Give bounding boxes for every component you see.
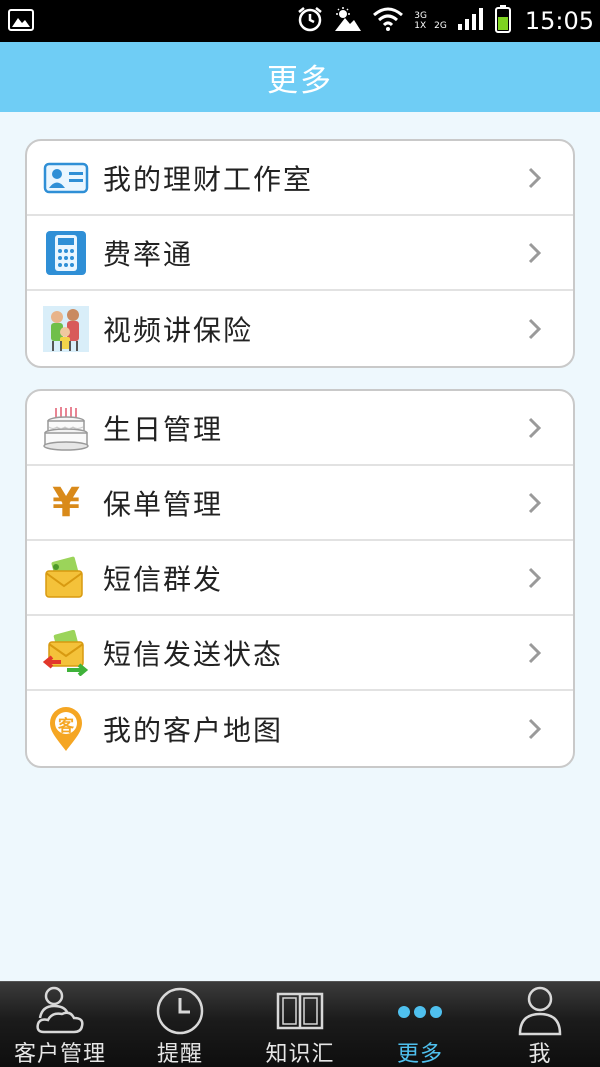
menu-item-label: 保单管理 xyxy=(103,487,224,521)
menu-item-insurance-video[interactable]: 视频讲保险 xyxy=(27,291,573,366)
network-type-indicator: 3G 1X 2G xyxy=(414,11,447,31)
menu-group-management: 生日管理 ¥ 保单管理 短信群发 短信发送状态 客 我的客户地图 xyxy=(25,389,575,768)
battery-icon xyxy=(494,5,511,37)
tab-me[interactable]: 我 xyxy=(480,982,600,1067)
title-bar: 更多 xyxy=(0,42,600,112)
map-pin-char: 客 xyxy=(57,715,74,735)
menu-item-finance-studio[interactable]: 我的理财工作室 xyxy=(27,141,573,216)
clock-time: 15:05 xyxy=(524,7,594,35)
menu-item-label: 短信发送状态 xyxy=(103,637,284,671)
customers-icon xyxy=(34,986,86,1036)
chevron-right-icon xyxy=(527,416,543,440)
menu-item-customer-map[interactable]: 客 我的客户地图 xyxy=(27,691,573,766)
alarm-icon xyxy=(296,5,324,37)
signal-icon xyxy=(457,7,485,35)
tab-reminders[interactable]: 提醒 xyxy=(120,982,240,1067)
page-title: 更多 xyxy=(267,62,333,99)
id-card-icon xyxy=(43,155,89,201)
chevron-right-icon xyxy=(527,491,543,515)
menu-item-rate-calculator[interactable]: 费率通 xyxy=(27,216,573,291)
user-icon xyxy=(514,986,566,1036)
birthday-cake-icon xyxy=(43,405,89,451)
menu-item-birthday-management[interactable]: 生日管理 xyxy=(27,391,573,466)
chevron-right-icon xyxy=(527,166,543,190)
menu-item-bulk-sms[interactable]: 短信群发 xyxy=(27,541,573,616)
menu-item-label: 视频讲保险 xyxy=(103,313,254,347)
tab-label: 客户管理 xyxy=(13,1042,106,1067)
menu-item-label: 生日管理 xyxy=(103,412,224,446)
tab-more[interactable]: 更多 xyxy=(360,982,480,1067)
family-video-icon xyxy=(43,305,89,352)
chevron-right-icon xyxy=(527,241,543,265)
menu-item-policy-management[interactable]: ¥ 保单管理 xyxy=(27,466,573,541)
chevron-right-icon xyxy=(527,717,543,741)
gallery-notification-icon xyxy=(8,9,34,35)
chevron-right-icon xyxy=(527,317,543,341)
tab-knowledge[interactable]: 知识汇 xyxy=(240,982,360,1067)
book-icon xyxy=(274,986,326,1036)
menu-item-label: 我的理财工作室 xyxy=(103,162,314,196)
chevron-right-icon xyxy=(527,641,543,665)
tab-customers[interactable]: 客户管理 xyxy=(0,982,120,1067)
menu-item-label: 费率通 xyxy=(103,237,194,271)
bottom-tab-bar: 客户管理 提醒 知识汇 更多 我 xyxy=(0,981,600,1067)
menu-group-tools: 我的理财工作室 费率通 视频讲保险 xyxy=(25,139,575,368)
mail-icon xyxy=(43,555,89,601)
menu-item-label: 短信群发 xyxy=(103,562,224,596)
tab-label: 提醒 xyxy=(156,1042,203,1067)
network-1x-label: 1X xyxy=(414,21,427,31)
map-pin-icon: 客 xyxy=(43,706,89,752)
more-dots-icon xyxy=(394,986,446,1036)
yuan-icon: ¥ xyxy=(43,480,89,526)
weather-icon xyxy=(334,6,362,36)
menu-item-label: 我的客户地图 xyxy=(103,713,284,747)
network-3g-label: 3G xyxy=(414,11,427,21)
network-2g-label: 2G xyxy=(434,21,447,31)
status-bar: 3G 1X 2G 15:05 xyxy=(0,0,600,42)
yuan-glyph: ¥ xyxy=(52,479,80,526)
mail-arrows-icon xyxy=(42,629,89,677)
wifi-icon xyxy=(372,7,404,35)
tab-label: 我 xyxy=(528,1042,552,1067)
calculator-icon xyxy=(43,230,89,276)
chevron-right-icon xyxy=(527,566,543,590)
menu-item-sms-status[interactable]: 短信发送状态 xyxy=(27,616,573,691)
clock-icon xyxy=(154,986,206,1036)
tab-label: 知识汇 xyxy=(265,1042,335,1067)
tab-label: 更多 xyxy=(396,1042,443,1067)
